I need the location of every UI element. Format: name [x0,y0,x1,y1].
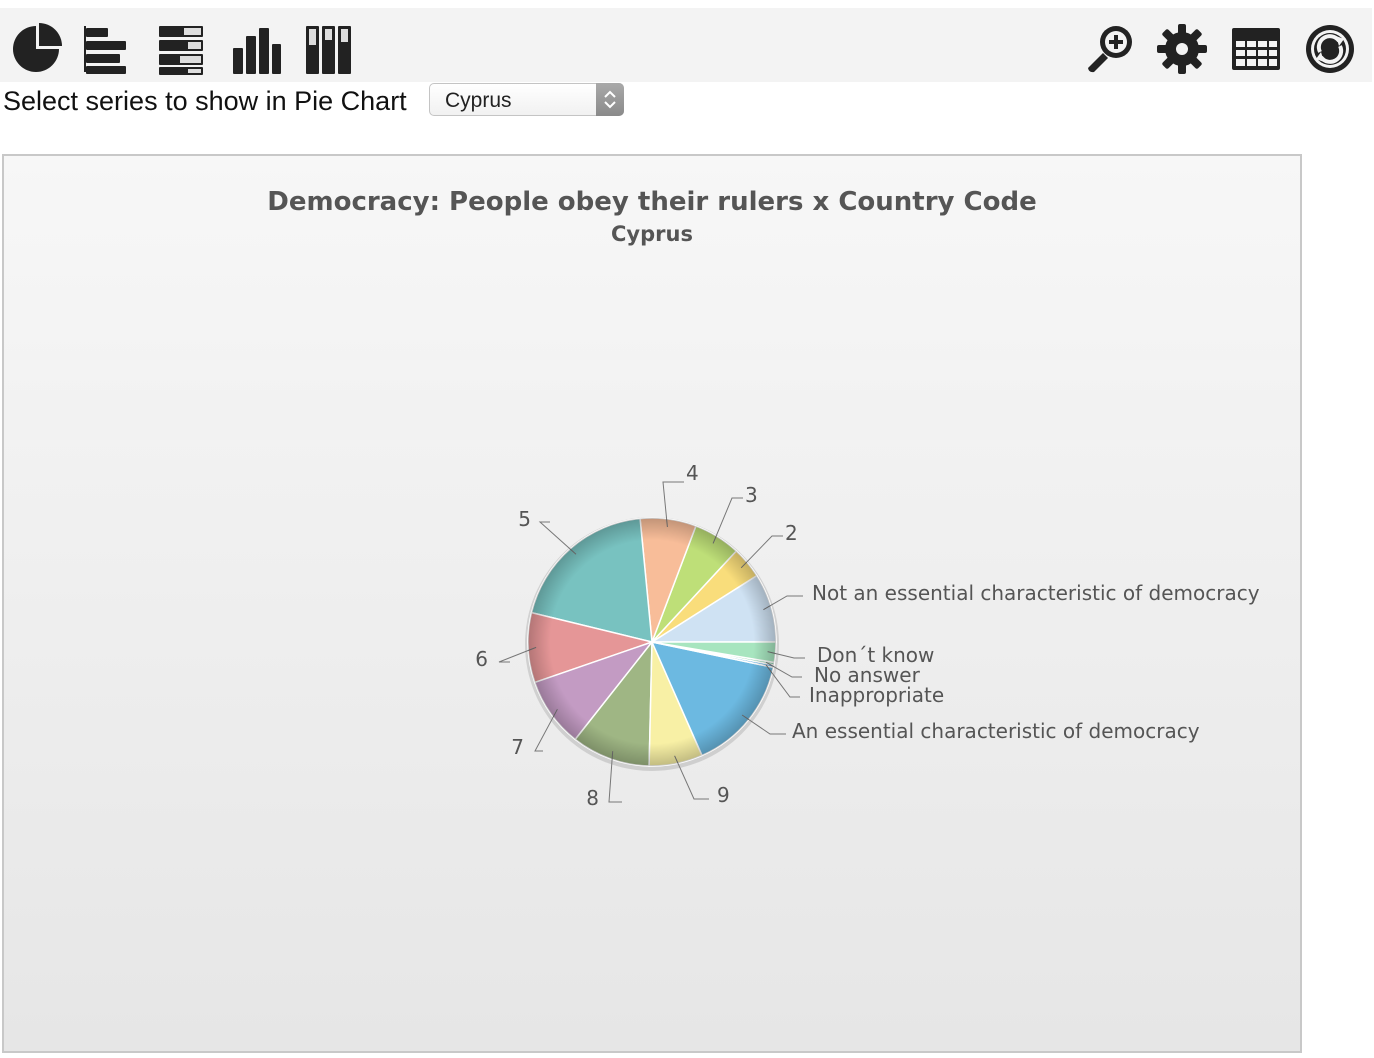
pie-connector [534,708,558,752]
pie-slice-label: Don´t know [817,643,934,667]
pie-slice-label: 9 [717,783,730,807]
pie-slice-label: 8 [586,786,599,810]
pie-slice-label: 5 [518,507,531,531]
pie-chart-icon[interactable] [9,22,63,76]
pie-slice-label: 7 [511,735,524,759]
chart-toolbar [0,8,1372,82]
pie-connector [538,521,577,555]
stacked-vertical-bar-icon[interactable] [303,22,357,76]
pie-chart: Not an essential characteristic of democ… [475,461,1260,810]
stacked-horizontal-bar-icon[interactable] [155,22,209,76]
select-arrows-icon [596,83,624,116]
series-select[interactable]: Cyprus [429,83,624,116]
settings-gear-icon[interactable] [1155,22,1209,76]
pie-slice-label: 4 [686,461,699,485]
pie-slice-label: 3 [745,483,758,507]
pie-slice-label: 6 [475,647,488,671]
series-selector-label: Select series to show in Pie Chart [3,85,407,116]
pie-slice-label: Not an essential characteristic of democ… [812,581,1260,605]
series-select-value: Cyprus [445,89,512,112]
table-icon[interactable] [1229,22,1283,76]
refresh-icon[interactable] [1303,22,1357,76]
series-selector-row: Select series to show in Pie Chart Cypru… [3,82,624,120]
pie-chart-panel: Democracy: People obey their rulers x Co… [2,154,1302,1053]
pie-slice-label: An essential characteristic of democracy [792,719,1200,743]
vertical-bar-icon[interactable] [229,22,283,76]
horizontal-bar-icon[interactable] [80,22,134,76]
pie-slice-label: 2 [785,521,798,545]
zoom-icon[interactable] [1084,22,1138,76]
